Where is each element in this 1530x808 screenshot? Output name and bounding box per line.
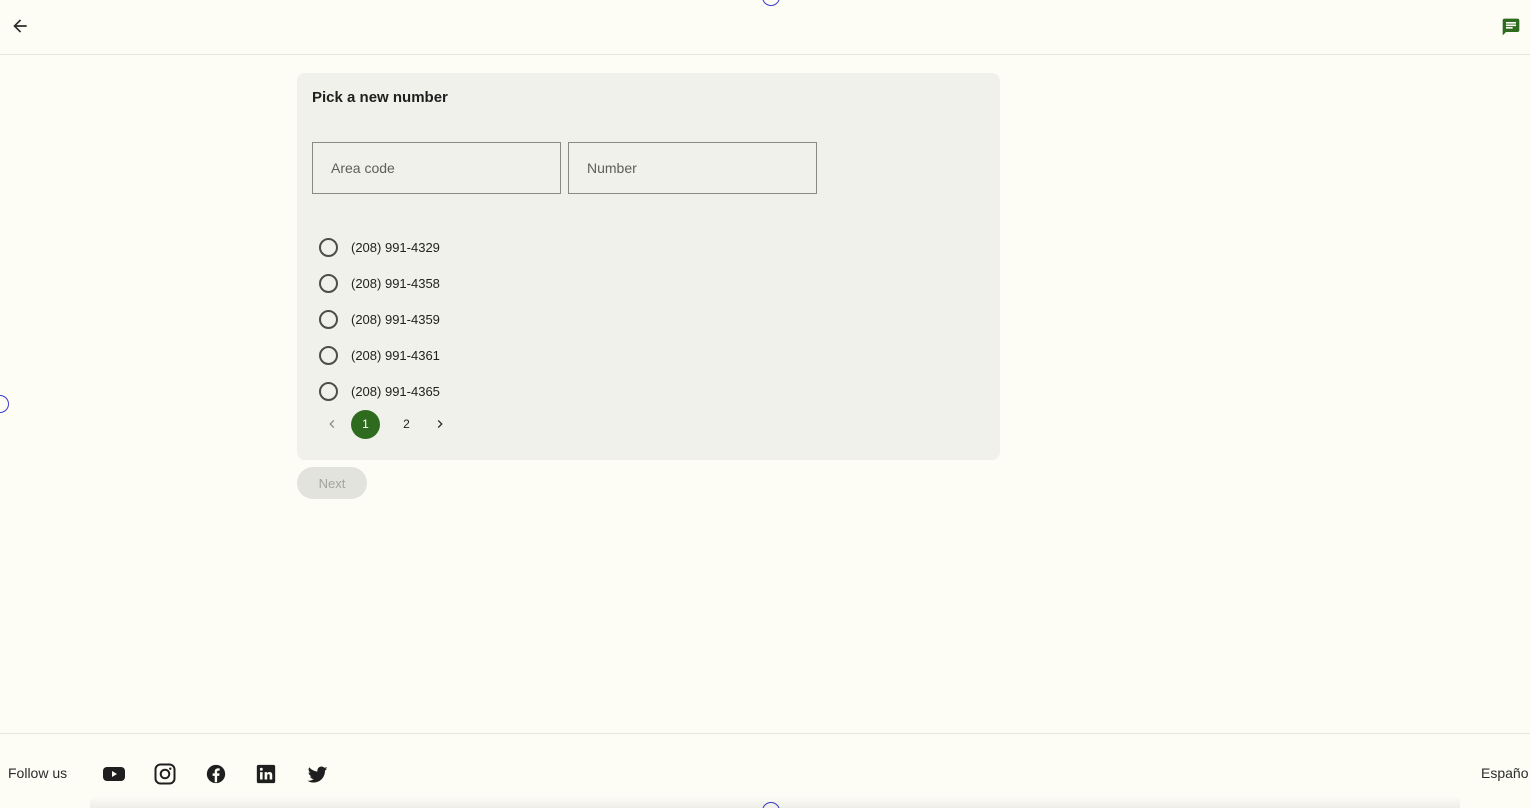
top-bar <box>0 0 1530 55</box>
facebook-icon <box>206 764 226 784</box>
youtube-icon <box>103 767 125 781</box>
radio-button[interactable] <box>319 309 338 329</box>
arrow-left-icon <box>13 19 27 33</box>
bottom-edge-shadow <box>90 796 1460 808</box>
twitter-icon <box>306 766 328 783</box>
linkedin-icon <box>256 764 276 784</box>
follow-us-label: Follow us <box>8 765 68 781</box>
previous-page-button[interactable] <box>319 411 345 437</box>
back-button[interactable] <box>6 12 34 40</box>
chevron-right-icon <box>437 420 443 428</box>
card-title: Pick a new number <box>312 89 448 106</box>
pick-number-card: Pick a new number (208) 991-4329 (208) 9… <box>297 73 1000 460</box>
facebook-link[interactable] <box>204 762 228 786</box>
youtube-link[interactable] <box>102 762 126 786</box>
page: Pick a new number (208) 991-4329 (208) 9… <box>0 0 1530 808</box>
instagram-link[interactable] <box>153 762 177 786</box>
number-options-list: (208) 991-4329 (208) 991-4358 (208) 991-… <box>319 229 440 409</box>
chat-icon <box>1502 18 1520 36</box>
area-code-input[interactable] <box>312 142 561 194</box>
radio-button[interactable] <box>319 273 338 293</box>
number-option[interactable]: (208) 991-4358 <box>319 265 440 301</box>
radio-button[interactable] <box>319 381 338 401</box>
page-button-1[interactable]: 1 <box>351 409 380 439</box>
linkedin-link[interactable] <box>254 762 278 786</box>
number-option[interactable]: (208) 991-4359 <box>319 301 440 337</box>
number-input[interactable] <box>568 142 817 194</box>
chevron-left-icon <box>329 420 335 428</box>
language-link[interactable]: Españo <box>1481 765 1528 781</box>
number-option[interactable]: (208) 991-4329 <box>319 229 440 265</box>
chat-button[interactable] <box>1498 14 1524 40</box>
page-button-2[interactable]: 2 <box>392 410 421 439</box>
number-option-label: (208) 991-4329 <box>351 239 440 255</box>
next-button[interactable]: Next <box>297 467 367 499</box>
capture-marker-left <box>0 395 9 413</box>
radio-button[interactable] <box>319 237 338 257</box>
number-option[interactable]: (208) 991-4365 <box>319 373 440 409</box>
number-option-label: (208) 991-4365 <box>351 383 440 399</box>
number-option-label: (208) 991-4358 <box>351 275 440 291</box>
instagram-icon <box>154 763 176 785</box>
number-option-label: (208) 991-4361 <box>351 347 440 363</box>
number-option-label: (208) 991-4359 <box>351 311 440 327</box>
pagination: 1 2 <box>319 409 453 439</box>
twitter-link[interactable] <box>305 762 329 786</box>
radio-button[interactable] <box>319 345 338 365</box>
number-option[interactable]: (208) 991-4361 <box>319 337 440 373</box>
next-page-button[interactable] <box>427 411 453 437</box>
